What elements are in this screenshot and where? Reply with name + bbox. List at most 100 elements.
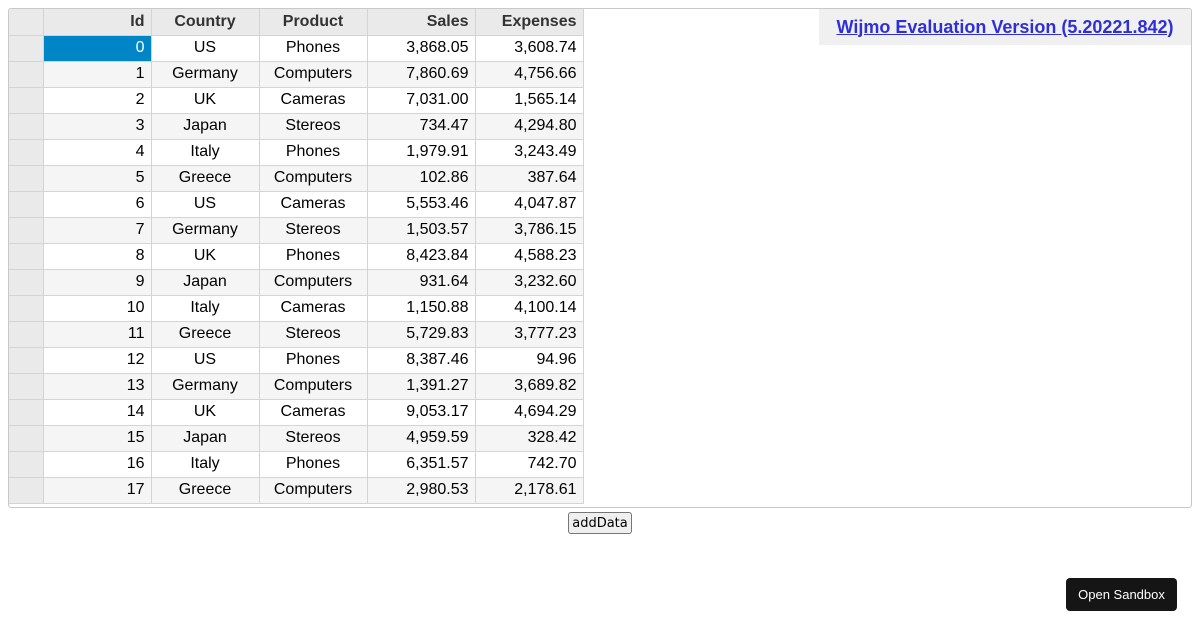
row-header[interactable] [9, 347, 44, 374]
cell-id[interactable]: 13 [43, 373, 152, 400]
cell-expenses[interactable]: 3,232.60 [475, 269, 584, 296]
cell-id[interactable]: 15 [43, 425, 152, 452]
cell-country[interactable]: US [151, 35, 260, 62]
cell-sales[interactable]: 1,979.91 [367, 139, 476, 166]
cell-expenses[interactable]: 94.96 [475, 347, 584, 374]
cell-sales[interactable]: 102.86 [367, 165, 476, 192]
cell-product[interactable]: Phones [259, 139, 368, 166]
open-sandbox-button[interactable]: Open Sandbox [1066, 578, 1177, 611]
cell-country[interactable]: US [151, 191, 260, 218]
cell-sales[interactable]: 734.47 [367, 113, 476, 140]
cell-expenses[interactable]: 4,100.14 [475, 295, 584, 322]
cell-country[interactable]: Germany [151, 217, 260, 244]
add-data-button[interactable]: addData [568, 512, 632, 534]
cell-id[interactable]: 8 [43, 243, 152, 270]
cell-product[interactable]: Cameras [259, 87, 368, 114]
cell-product[interactable]: Cameras [259, 399, 368, 426]
row-header[interactable] [9, 113, 44, 140]
column-header-expenses[interactable]: Expenses [475, 9, 584, 36]
cell-sales[interactable]: 4,959.59 [367, 425, 476, 452]
cell-sales[interactable]: 7,031.00 [367, 87, 476, 114]
row-header[interactable] [9, 217, 44, 244]
column-header-id[interactable]: Id [43, 9, 152, 36]
cell-sales[interactable]: 1,503.57 [367, 217, 476, 244]
cell-id[interactable]: 16 [43, 451, 152, 478]
cell-product[interactable]: Phones [259, 243, 368, 270]
cell-country[interactable]: Italy [151, 295, 260, 322]
cell-product[interactable]: Stereos [259, 425, 368, 452]
cell-expenses[interactable]: 1,565.14 [475, 87, 584, 114]
cell-sales[interactable]: 5,553.46 [367, 191, 476, 218]
column-header-country[interactable]: Country [151, 9, 260, 36]
cell-id[interactable]: 3 [43, 113, 152, 140]
cell-product[interactable]: Stereos [259, 321, 368, 348]
cell-id[interactable]: 0 [43, 35, 152, 62]
cell-id[interactable]: 12 [43, 347, 152, 374]
cell-id[interactable]: 11 [43, 321, 152, 348]
cell-country[interactable]: UK [151, 399, 260, 426]
cell-country[interactable]: Germany [151, 61, 260, 88]
row-header[interactable] [9, 87, 44, 114]
cell-expenses[interactable]: 3,243.49 [475, 139, 584, 166]
row-header[interactable] [9, 295, 44, 322]
cell-expenses[interactable]: 3,608.74 [475, 35, 584, 62]
cell-product[interactable]: Computers [259, 373, 368, 400]
cell-country[interactable]: Japan [151, 269, 260, 296]
cell-expenses[interactable]: 4,294.80 [475, 113, 584, 140]
row-header[interactable] [9, 425, 44, 452]
cell-country[interactable]: Greece [151, 477, 260, 504]
cell-product[interactable]: Phones [259, 451, 368, 478]
cell-sales[interactable]: 9,053.17 [367, 399, 476, 426]
cell-country[interactable]: Greece [151, 321, 260, 348]
row-header[interactable] [9, 373, 44, 400]
cell-product[interactable]: Computers [259, 269, 368, 296]
cell-sales[interactable]: 6,351.57 [367, 451, 476, 478]
cell-product[interactable]: Computers [259, 61, 368, 88]
cell-id[interactable]: 1 [43, 61, 152, 88]
row-header[interactable] [9, 139, 44, 166]
cell-id[interactable]: 4 [43, 139, 152, 166]
cell-country[interactable]: Japan [151, 113, 260, 140]
evaluation-link[interactable]: Wijmo Evaluation Version (5.20221.842) [837, 17, 1174, 38]
cell-sales[interactable]: 2,980.53 [367, 477, 476, 504]
row-header[interactable] [9, 61, 44, 88]
row-header[interactable] [9, 243, 44, 270]
cell-product[interactable]: Phones [259, 35, 368, 62]
cell-sales[interactable]: 8,423.84 [367, 243, 476, 270]
cell-product[interactable]: Cameras [259, 295, 368, 322]
cell-country[interactable]: Japan [151, 425, 260, 452]
cell-product[interactable]: Stereos [259, 113, 368, 140]
cell-country[interactable]: UK [151, 243, 260, 270]
cell-sales[interactable]: 931.64 [367, 269, 476, 296]
row-header[interactable] [9, 269, 44, 296]
cell-sales[interactable]: 3,868.05 [367, 35, 476, 62]
cell-expenses[interactable]: 3,689.82 [475, 373, 584, 400]
cell-product[interactable]: Computers [259, 165, 368, 192]
cell-expenses[interactable]: 742.70 [475, 451, 584, 478]
cell-id[interactable]: 2 [43, 87, 152, 114]
cell-product[interactable]: Computers [259, 477, 368, 504]
row-header[interactable] [9, 399, 44, 426]
cell-sales[interactable]: 7,860.69 [367, 61, 476, 88]
cell-expenses[interactable]: 3,786.15 [475, 217, 584, 244]
cell-sales[interactable]: 1,150.88 [367, 295, 476, 322]
cell-id[interactable]: 17 [43, 477, 152, 504]
cell-id[interactable]: 6 [43, 191, 152, 218]
cell-country[interactable]: US [151, 347, 260, 374]
cell-expenses[interactable]: 387.64 [475, 165, 584, 192]
cell-id[interactable]: 14 [43, 399, 152, 426]
cell-expenses[interactable]: 4,694.29 [475, 399, 584, 426]
row-header[interactable] [9, 191, 44, 218]
data-grid[interactable]: Id Country Product Sales Expenses 0 US Pho… [8, 8, 1192, 508]
row-header[interactable] [9, 165, 44, 192]
cell-country[interactable]: Greece [151, 165, 260, 192]
row-header[interactable] [9, 35, 44, 62]
column-header-sales[interactable]: Sales [367, 9, 476, 36]
cell-expenses[interactable]: 3,777.23 [475, 321, 584, 348]
cell-product[interactable]: Stereos [259, 217, 368, 244]
cell-id[interactable]: 10 [43, 295, 152, 322]
cell-product[interactable]: Cameras [259, 191, 368, 218]
cell-product[interactable]: Phones [259, 347, 368, 374]
cell-expenses[interactable]: 4,588.23 [475, 243, 584, 270]
cell-sales[interactable]: 8,387.46 [367, 347, 476, 374]
